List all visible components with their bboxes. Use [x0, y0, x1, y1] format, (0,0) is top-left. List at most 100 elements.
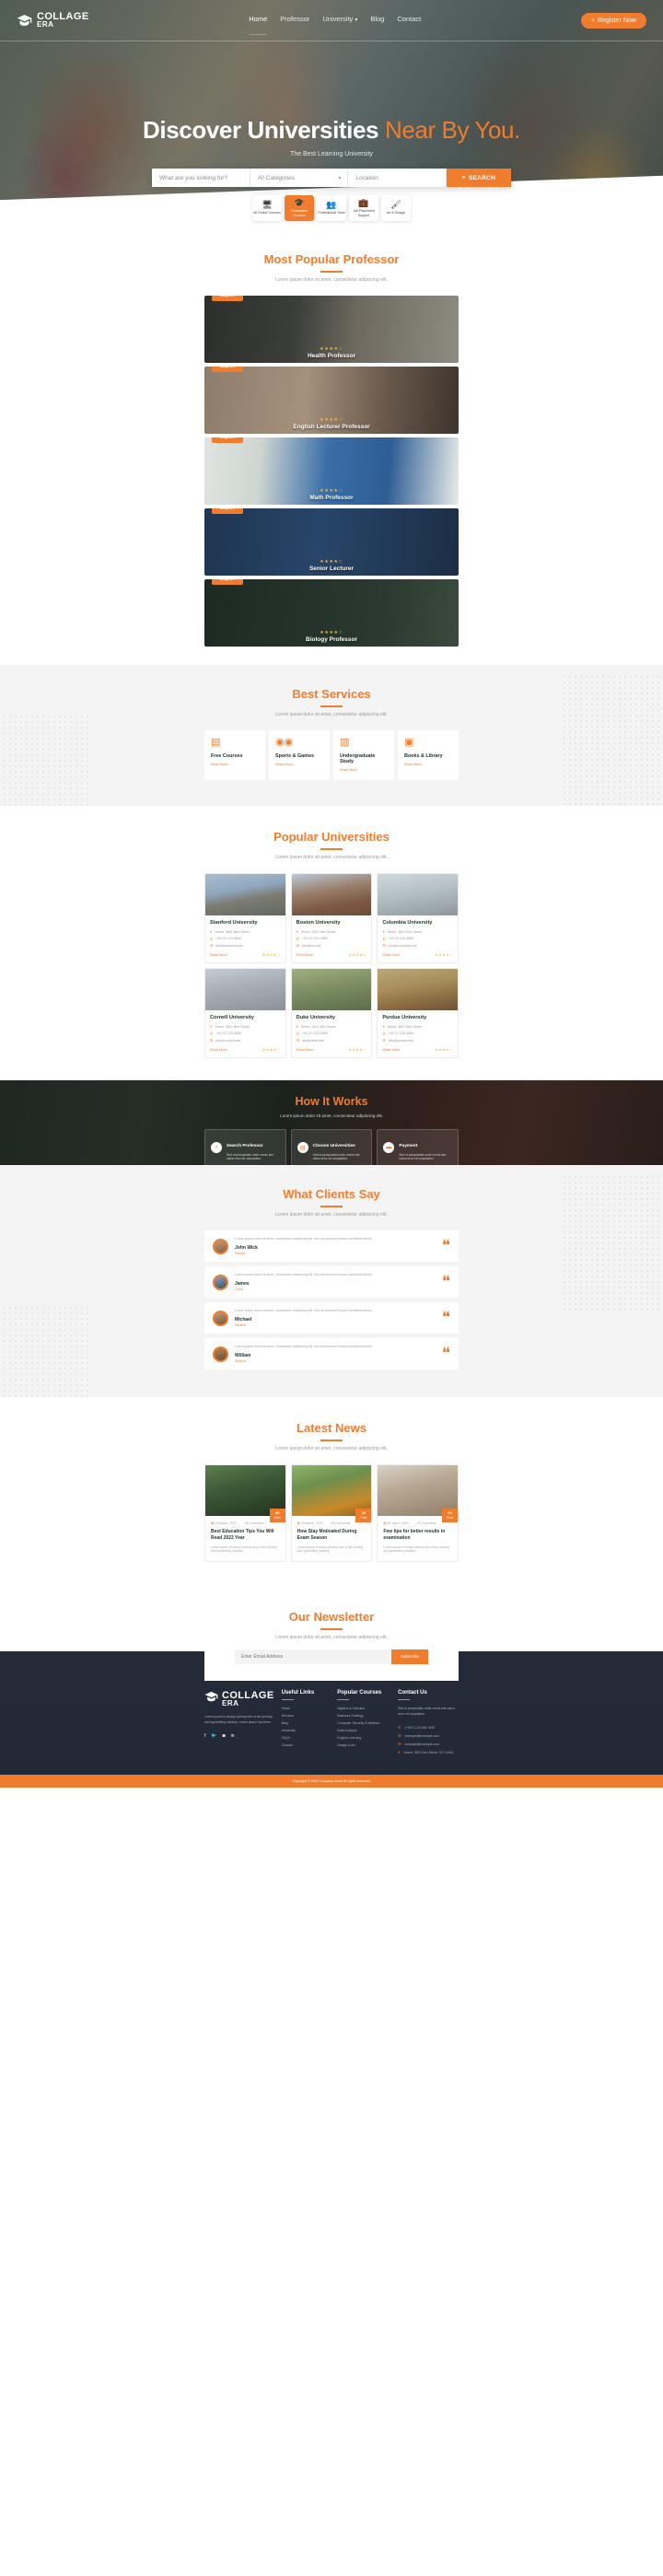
linkedin-icon[interactable]: in — [231, 1733, 235, 1739]
news-photo: 20 Feb — [291, 1465, 372, 1523]
services-title-accent: Services — [321, 687, 371, 701]
phone-icon: ✆ — [398, 1725, 401, 1731]
footer-social-links: f 🐦 ◙ in — [204, 1733, 274, 1739]
university-card[interactable]: Columbia University ⌖ Street, 3821 Ben St… — [377, 873, 459, 963]
university-email: info@cornell.edu — [215, 1038, 241, 1043]
twitter-icon[interactable]: 🐦 — [211, 1733, 216, 1739]
footer-link-home[interactable]: Home — [282, 1707, 331, 1710]
professor-card[interactable]: Expert ★★★★☆ English Lecturer Professor — [204, 367, 459, 434]
university-body: Boston University ⌖ Street, 3821 Ben Stre… — [292, 915, 372, 962]
service-card-free-courses[interactable]: ▤ Free Courses Read More — [204, 730, 265, 780]
professor-card[interactable]: Expert ★★★★☆ Math Professor — [204, 437, 459, 505]
read-more-link[interactable]: Read More — [211, 763, 259, 766]
read-more-link[interactable]: Read More — [404, 763, 452, 766]
category-tab-professional-team[interactable]: 👥 Professional Team — [317, 195, 346, 221]
read-more-link[interactable]: Read More — [210, 953, 227, 957]
expert-badge: Expert — [212, 296, 243, 301]
site-logo[interactable]: COLLAGE ERA — [17, 12, 89, 29]
calendar-icon: ▤ — [297, 1521, 300, 1526]
read-more-link[interactable]: Read More — [297, 1048, 314, 1052]
instagram-icon[interactable]: ◙ — [223, 1733, 226, 1739]
search-category-select[interactable]: All Categories — [250, 169, 349, 187]
footer-course-business-strategy[interactable]: Business Strategy — [337, 1714, 390, 1718]
university-card[interactable]: Duke University ⌖ Street, 3821 Ben Street… — [290, 968, 373, 1058]
service-card-sports-and-games[interactable]: ◉◉ Sports & Games Read More — [269, 730, 330, 780]
news-card[interactable]: 20 Feb ▤ 25 March, 2022 ◌ 05 Comments Ho… — [290, 1464, 373, 1562]
professor-meta: ★★★★☆ Senior Lecturer — [309, 559, 354, 576]
professor-card[interactable]: Expert ★★★★☆ Biology Professor — [204, 579, 459, 647]
footer-course-algebra[interactable]: Algebra & Calculus — [337, 1707, 390, 1710]
register-now-button[interactable]: + Register Now — [580, 12, 646, 29]
nav-item-contact[interactable]: Contact — [397, 15, 421, 26]
university-card[interactable]: Stanford University ⌖ Street, 3821 Ben St… — [204, 873, 286, 963]
university-email: info@stanford.edu — [215, 943, 243, 948]
testimonial-body: Lorem ipsum dolor sit amet, consectetur … — [235, 1273, 436, 1291]
nav-item-blog[interactable]: Blog — [370, 15, 384, 26]
footer-link-contact[interactable]: Contact — [282, 1743, 331, 1747]
footer-course-data-analysis[interactable]: Data Analysis — [337, 1729, 390, 1732]
news-headline[interactable]: How Stay Motivated During Exam Season — [297, 1529, 366, 1542]
footer-course-english-learning[interactable]: English Learning — [337, 1736, 390, 1740]
category-tab-art-and-design[interactable]: 🖌 Art & Design — [381, 195, 411, 221]
footer-link-blog[interactable]: Blog — [282, 1721, 331, 1725]
category-tab-label: Job Placement Support — [353, 209, 375, 217]
newsletter-email-input[interactable] — [235, 1649, 391, 1664]
category-tab-job-placement-support[interactable]: 💼 Job Placement Support — [349, 195, 378, 221]
professor-card[interactable]: Expert ★★★★☆ Senior Lecturer — [204, 508, 459, 576]
professor-card[interactable]: Expert ★★★★☆ Health Professor — [204, 296, 459, 363]
read-more-link[interactable]: Read More — [382, 1048, 400, 1052]
search-button[interactable]: ⌕ SEARCH — [447, 169, 512, 187]
news-comments-text: 05 Comments — [331, 1521, 351, 1526]
read-more-link[interactable]: Read More — [210, 1048, 227, 1052]
university-card[interactable]: Boston University ⌖ Street, 3821 Ben Stre… — [290, 873, 373, 963]
news-date-text: 25 March, 2022 — [300, 1521, 323, 1526]
rating-stars: ★★★★☆ — [262, 1047, 281, 1052]
read-more-link[interactable]: Read More — [275, 763, 323, 766]
footer-link-university[interactable]: University — [282, 1729, 331, 1732]
how-step-text: Search Professor Sed ut perspiciatis und… — [227, 1135, 280, 1160]
news-headline[interactable]: Few tips for better results in examinati… — [383, 1529, 452, 1542]
service-card-undergraduate-study[interactable]: ▥ Undergraduate Study Read More — [333, 730, 394, 780]
nav-item-university[interactable]: University ▾ — [322, 15, 357, 26]
subscribe-button[interactable]: Subscribe — [391, 1649, 428, 1664]
service-card-books-and-library[interactable]: ▣ Books & Library Read More — [398, 730, 459, 780]
university-name: Cornell University — [210, 1015, 254, 1020]
how-step-search-professor[interactable]: ⌕ Search Professor Sed ut perspiciatis u… — [204, 1129, 286, 1165]
university-phone: +92-37-123-4560 — [215, 1032, 242, 1035]
footer-course-computer-security[interactable]: Computer Security & Network — [337, 1721, 390, 1725]
news-card[interactable]: 20 Feb ▤ 25 March, 2022 ◌ 05 Comments Fe… — [377, 1464, 459, 1562]
university-email: info@columbia.edu — [388, 943, 417, 948]
category-tab-all-online-courses[interactable]: 🖥 All Online Courses — [252, 195, 282, 221]
footer-course-design-art[interactable]: Design & Art — [337, 1743, 390, 1747]
medal-icon: ◉◉ — [275, 737, 294, 748]
footer-link-services[interactable]: Services — [282, 1714, 331, 1718]
university-footer: Read More ★★★★☆ — [210, 1047, 281, 1052]
how-step-choose-universities[interactable]: ▤ Choose Universities Sed ut perspiciati… — [290, 1129, 373, 1165]
nav-item-professor[interactable]: Professor — [280, 15, 309, 26]
avatar — [213, 1274, 228, 1290]
read-more-link[interactable]: Read More — [340, 768, 388, 772]
plus-icon: + — [590, 17, 595, 24]
search-location-input[interactable]: Location — [348, 169, 448, 187]
footer-contact-phone[interactable]: ✆ (+347) 123 456 7890 — [398, 1725, 459, 1730]
how-step-payment[interactable]: ▬ Payment Sed ut perspiciatis unde omnis… — [377, 1129, 459, 1165]
professor-name: English Lecturer Professor — [293, 424, 370, 430]
search-keyword-input[interactable]: What are you looking for? — [152, 169, 250, 187]
news-card[interactable]: 20 Feb ▤ 25 March, 2022 ◌ 05 Comments Be… — [204, 1464, 286, 1562]
category-tab-graduation-courses[interactable]: 🎓 Graduation Courses — [285, 195, 314, 221]
nav-item-home[interactable]: Home — [249, 15, 268, 35]
footer-link-faqs[interactable]: FAQ's — [282, 1736, 331, 1740]
footer-contact-email-1[interactable]: ✉ example@example.com — [398, 1733, 459, 1738]
testimonial-role: Student — [235, 1323, 246, 1328]
read-more-link[interactable]: Read More — [382, 953, 400, 957]
testimonial-card: Lorem ipsum dolor sit amet, consectetur … — [204, 1302, 459, 1335]
news-headline[interactable]: Best Education Tips You Will Read 2022 Y… — [211, 1529, 280, 1542]
facebook-icon[interactable]: f — [204, 1733, 205, 1739]
university-card[interactable]: Purdue University ⌖ Street, 3821 Ben Stre… — [377, 968, 459, 1058]
rating-stars: ★★★★☆ — [320, 417, 343, 423]
footer-useful-links-column: Useful Links Home Services Blog Universi… — [281, 1690, 331, 1754]
read-more-link[interactable]: Read More — [297, 953, 314, 957]
university-card[interactable]: Cornell University ⌖ Street, 3821 Ben Str… — [204, 968, 286, 1058]
footer-contact-email-2[interactable]: ✉ example@example.com — [398, 1742, 459, 1746]
footer-logo[interactable]: COLLAGE ERA — [204, 1690, 274, 1708]
